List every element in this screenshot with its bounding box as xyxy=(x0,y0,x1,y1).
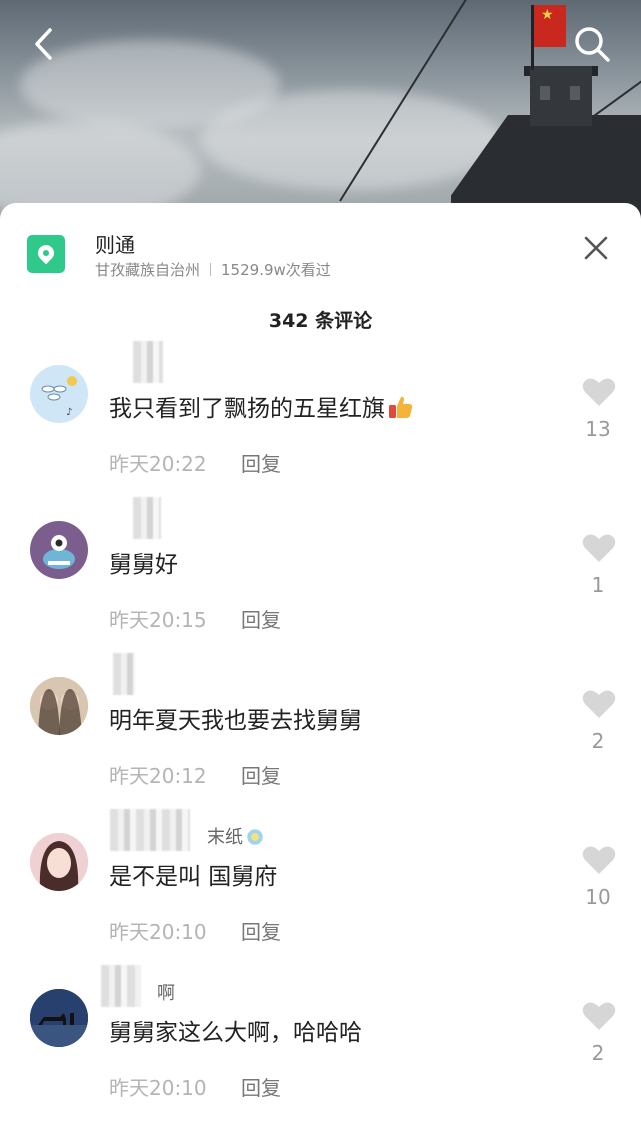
like-button[interactable] xyxy=(580,685,618,723)
chevron-left-icon xyxy=(35,28,52,60)
svg-text:♪: ♪ xyxy=(66,407,72,418)
close-icon xyxy=(584,236,608,260)
comment-item: 啊 舅舅家这么大啊，哈哈哈 昨天20:10 回复 2 xyxy=(0,965,641,1125)
like-count: 1 xyxy=(591,573,605,597)
reply-button[interactable]: 回复 xyxy=(241,448,281,477)
like-button[interactable] xyxy=(580,529,618,567)
location-region: 甘孜藏族自治州 xyxy=(95,261,201,279)
avatar[interactable]: ♪ xyxy=(30,365,88,423)
reply-button[interactable]: 回复 xyxy=(241,916,281,945)
avatar-illustration xyxy=(30,833,88,891)
like-button[interactable] xyxy=(580,841,618,879)
reply-button[interactable]: 回复 xyxy=(241,604,281,633)
search-button[interactable] xyxy=(570,22,614,66)
flag: ★ xyxy=(534,5,566,47)
avatar-illustration xyxy=(43,535,75,569)
comment-text: 明年夏天我也要去找舅舅 xyxy=(109,708,362,734)
avatar[interactable] xyxy=(30,833,88,891)
username-obscured xyxy=(133,341,163,383)
avatar[interactable] xyxy=(30,521,88,579)
username-visible: 末纸 xyxy=(207,823,265,849)
comment-item: 舅舅好 昨天20:15 回复 1 xyxy=(0,497,641,657)
like-count: 10 xyxy=(585,885,611,909)
location-header[interactable]: 则通 甘孜藏族自治州 1529.9w次看过 xyxy=(0,203,641,293)
heart-icon xyxy=(582,690,616,718)
like-button[interactable] xyxy=(580,373,618,411)
like-count: 2 xyxy=(591,1041,605,1065)
username-obscured xyxy=(101,965,141,1007)
username-obscured xyxy=(110,809,190,851)
location-meta: 甘孜藏族自治州 1529.9w次看过 xyxy=(95,259,331,280)
like-count: 2 xyxy=(591,729,605,753)
heart-icon xyxy=(582,534,616,562)
reply-button[interactable]: 回复 xyxy=(241,1072,281,1101)
location-name[interactable]: 则通 xyxy=(95,229,135,258)
location-views: 1529.9w次看过 xyxy=(221,261,331,279)
search-icon xyxy=(575,27,610,62)
comment-time: 昨天20:22 xyxy=(109,452,207,476)
avatar[interactable] xyxy=(30,677,88,735)
video-background: ★ xyxy=(0,0,641,230)
comment-item: ♪ 我只看到了飘扬的五星红旗 昨天20:22 回复 13 xyxy=(0,341,641,501)
comment-time: 昨天20:15 xyxy=(109,608,207,632)
username-obscured xyxy=(133,497,161,539)
reply-button[interactable]: 回复 xyxy=(241,760,281,789)
comment-text: 是不是叫 国舅府 xyxy=(109,864,278,890)
avatar[interactable] xyxy=(30,989,88,1047)
avatar-illustration xyxy=(30,989,88,1047)
avatar-illustration: ♪ xyxy=(41,376,77,418)
comment-item: 末纸 是不是叫 国舅府 昨天20:10 回复 10 xyxy=(0,809,641,969)
heart-icon xyxy=(582,378,616,406)
username-visible: 啊 xyxy=(157,983,175,1004)
comment-text: 舅舅家这么大啊，哈哈哈 xyxy=(109,1020,362,1046)
location-pin-icon xyxy=(27,235,65,273)
comment-time: 昨天20:12 xyxy=(109,764,207,788)
comment-text: 我只看到了飘扬的五星红旗 xyxy=(109,389,414,423)
close-button[interactable] xyxy=(576,228,616,268)
like-button[interactable] xyxy=(580,997,618,1035)
comment-time: 昨天20:10 xyxy=(109,920,207,944)
heart-icon xyxy=(582,1002,616,1030)
comment-item: 明年夏天我也要去找舅舅 昨天20:12 回复 2 xyxy=(0,653,641,813)
sparkle-icon xyxy=(245,829,265,845)
comment-time: 昨天20:10 xyxy=(109,1076,207,1100)
comment-count: 342 条评论 xyxy=(268,310,373,332)
comment-text: 舅舅好 xyxy=(109,552,178,578)
back-button[interactable] xyxy=(22,22,66,66)
thumbs-up-icon xyxy=(389,396,413,418)
username-obscured xyxy=(113,653,135,695)
comments-sheet: 则通 甘孜藏族自治州 1529.9w次看过 342 条评论 ♪ 我只看到了飘扬的五… xyxy=(0,203,641,1119)
avatar-illustration xyxy=(30,677,88,735)
like-count: 13 xyxy=(585,417,611,441)
heart-icon xyxy=(582,846,616,874)
